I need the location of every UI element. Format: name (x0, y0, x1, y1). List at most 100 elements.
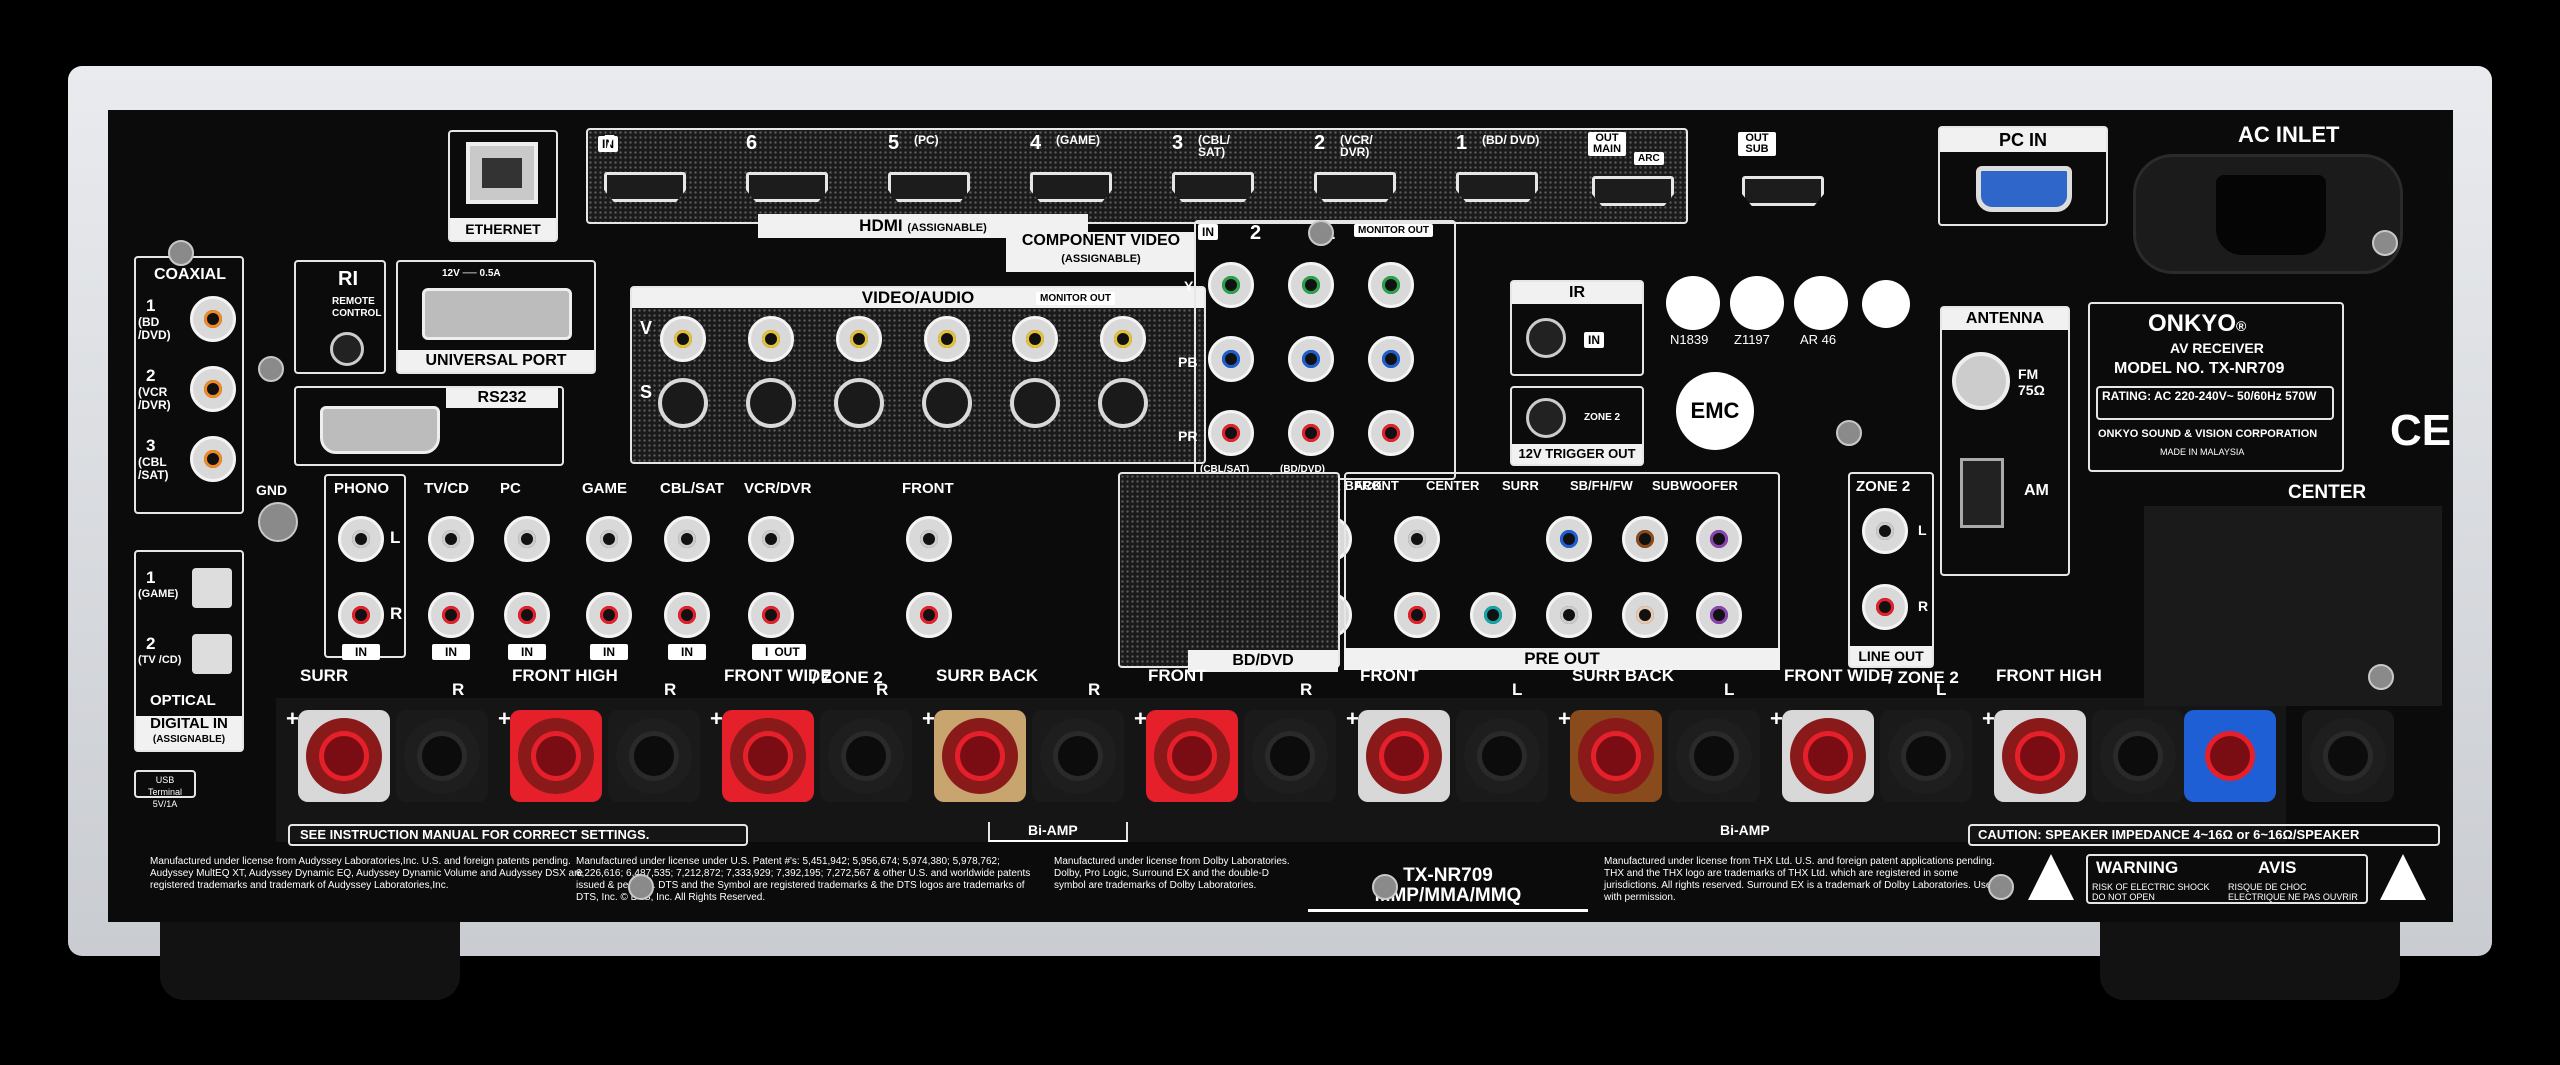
front-wide-l-label: FRONT WIDE (1784, 666, 1892, 685)
component-video-jack[interactable] (1368, 410, 1414, 456)
hdmi-input-port[interactable] (604, 172, 686, 202)
terminal-ring (404, 718, 480, 794)
optical-input-port[interactable] (192, 568, 232, 608)
analog-input-right-jack[interactable] (586, 592, 632, 638)
vga-port[interactable] (1976, 166, 2072, 212)
surr-back-r-label: SURR BACK (936, 666, 1038, 685)
video-input-jack[interactable] (924, 316, 970, 362)
ri-jack[interactable] (330, 332, 364, 366)
hdmi-input-port[interactable] (746, 172, 828, 202)
component-video-jack[interactable] (1208, 410, 1254, 456)
component-video-jack[interactable] (1368, 262, 1414, 308)
analog-input-right-jack[interactable] (906, 592, 952, 638)
front-l-positive-terminal[interactable] (1358, 710, 1450, 802)
hdmi-out-sub-port[interactable] (1742, 176, 1824, 206)
analog-input-right-jack[interactable] (748, 592, 794, 638)
surr-back-l-positive-terminal[interactable] (1570, 710, 1662, 802)
analog-input-left-jack[interactable] (664, 516, 710, 562)
surr-back-r-positive-terminal[interactable] (934, 710, 1026, 802)
ac-inlet[interactable] (2133, 154, 2403, 274)
gnd-terminal[interactable] (258, 502, 298, 542)
surr-l-negative-terminal[interactable] (2302, 710, 2394, 802)
front-r-negative-terminal[interactable] (1244, 710, 1336, 802)
hdmi-input-port[interactable] (1456, 172, 1538, 202)
component-video-jack[interactable] (1208, 262, 1254, 308)
analog-input-right-jack[interactable] (428, 592, 474, 638)
bi-amp-label-2: Bi-AMP (1720, 822, 1770, 838)
coaxial-input-jack[interactable] (190, 296, 236, 342)
front-high-r-positive-terminal[interactable] (510, 710, 602, 802)
analog-input-right-jack[interactable] (504, 592, 550, 638)
hdmi-input-port[interactable] (1030, 172, 1112, 202)
svideo-input-jack[interactable] (922, 378, 972, 428)
screw (1836, 420, 1862, 446)
emc-mark: EMC (1676, 372, 1754, 450)
surr-back-l-negative-terminal[interactable] (1668, 710, 1760, 802)
optical-input-port[interactable] (192, 634, 232, 674)
monitor-out-svideo-jack[interactable] (1098, 378, 1148, 428)
component-video-jack[interactable] (1288, 262, 1334, 308)
front-r-label: FRONT (1148, 666, 1207, 685)
terminal-ring (2192, 718, 2268, 794)
coaxial-input-jack[interactable] (190, 436, 236, 482)
front-l-negative-terminal[interactable] (1456, 710, 1548, 802)
analog-input-left-jack[interactable] (906, 516, 952, 562)
analog-input-right-jack[interactable] (338, 592, 384, 638)
legal-audyssey: Manufactured under license from Audyssey… (150, 856, 583, 891)
svideo-input-jack[interactable] (658, 378, 708, 428)
universal-port[interactable] (422, 288, 572, 340)
trigger-jack[interactable] (1526, 398, 1566, 438)
coaxial-input-jack[interactable] (190, 366, 236, 412)
surr-r-negative-terminal[interactable] (396, 710, 488, 802)
analog-input-left-jack[interactable] (428, 516, 474, 562)
video-input-jack[interactable] (1012, 316, 1058, 362)
arc-tag: ARC (1634, 152, 1664, 165)
analog-input-left-jack[interactable] (748, 516, 794, 562)
analog-input-right-jack[interactable] (664, 592, 710, 638)
hdmi-input-port[interactable] (888, 172, 970, 202)
video-input-jack[interactable] (748, 316, 794, 362)
surr-l-positive-terminal[interactable] (2184, 710, 2276, 802)
screw (2372, 230, 2398, 256)
surr-back-r-negative-terminal[interactable] (1032, 710, 1124, 802)
hdmi-input-port[interactable] (1172, 172, 1254, 202)
analog-input-left-jack[interactable] (586, 516, 632, 562)
video-input-jack[interactable] (660, 316, 706, 362)
ri-section: RI REMOTE CONTROL (294, 260, 386, 374)
surr-r-positive-terminal[interactable] (298, 710, 390, 802)
hdmi-input-port[interactable] (1314, 172, 1396, 202)
am-antenna-terminal[interactable] (1960, 458, 2004, 528)
pc-in-label: PC IN (1940, 128, 2106, 152)
component-video-jack[interactable] (1368, 336, 1414, 382)
svideo-input-jack[interactable] (834, 378, 884, 428)
front-wide-l-positive-terminal[interactable] (1782, 710, 1874, 802)
front-high-r-negative-terminal[interactable] (608, 710, 700, 802)
svideo-input-jack[interactable] (746, 378, 796, 428)
component-video-jack[interactable] (1288, 410, 1334, 456)
front-r-positive-terminal[interactable] (1146, 710, 1238, 802)
component-video-jack[interactable] (1288, 336, 1334, 382)
terminal-ring (730, 718, 806, 794)
analog-in-tag: IN (668, 644, 706, 660)
front-wide-l-negative-terminal[interactable] (1880, 710, 1972, 802)
ir-jack[interactable] (1526, 318, 1566, 358)
zone2-out-right-jack[interactable] (1862, 584, 1908, 630)
ethernet-label: ETHERNET (450, 218, 556, 240)
front-wide-r-negative-terminal[interactable] (820, 710, 912, 802)
front-wide-r-positive-terminal[interactable] (722, 710, 814, 802)
component-video-jack[interactable] (1208, 336, 1254, 382)
hdmi-out-main-port[interactable] (1592, 176, 1674, 206)
monitor-out-video-jack[interactable] (1100, 316, 1146, 362)
video-input-jack[interactable] (836, 316, 882, 362)
zone2-out-left-jack[interactable] (1862, 508, 1908, 554)
ethernet-port[interactable] (466, 142, 538, 204)
analog-input-left-jack[interactable] (504, 516, 550, 562)
fm-antenna-jack[interactable] (1952, 352, 2010, 410)
rs232-port[interactable] (320, 406, 440, 454)
svideo-input-jack[interactable] (1010, 378, 1060, 428)
analog-input-left-jack[interactable] (338, 516, 384, 562)
optical-input-name: (GAME) (138, 588, 179, 600)
front-high-l-positive-terminal[interactable] (1994, 710, 2086, 802)
terminal-ring (1578, 718, 1654, 794)
front-high-l-negative-terminal[interactable] (2092, 710, 2184, 802)
